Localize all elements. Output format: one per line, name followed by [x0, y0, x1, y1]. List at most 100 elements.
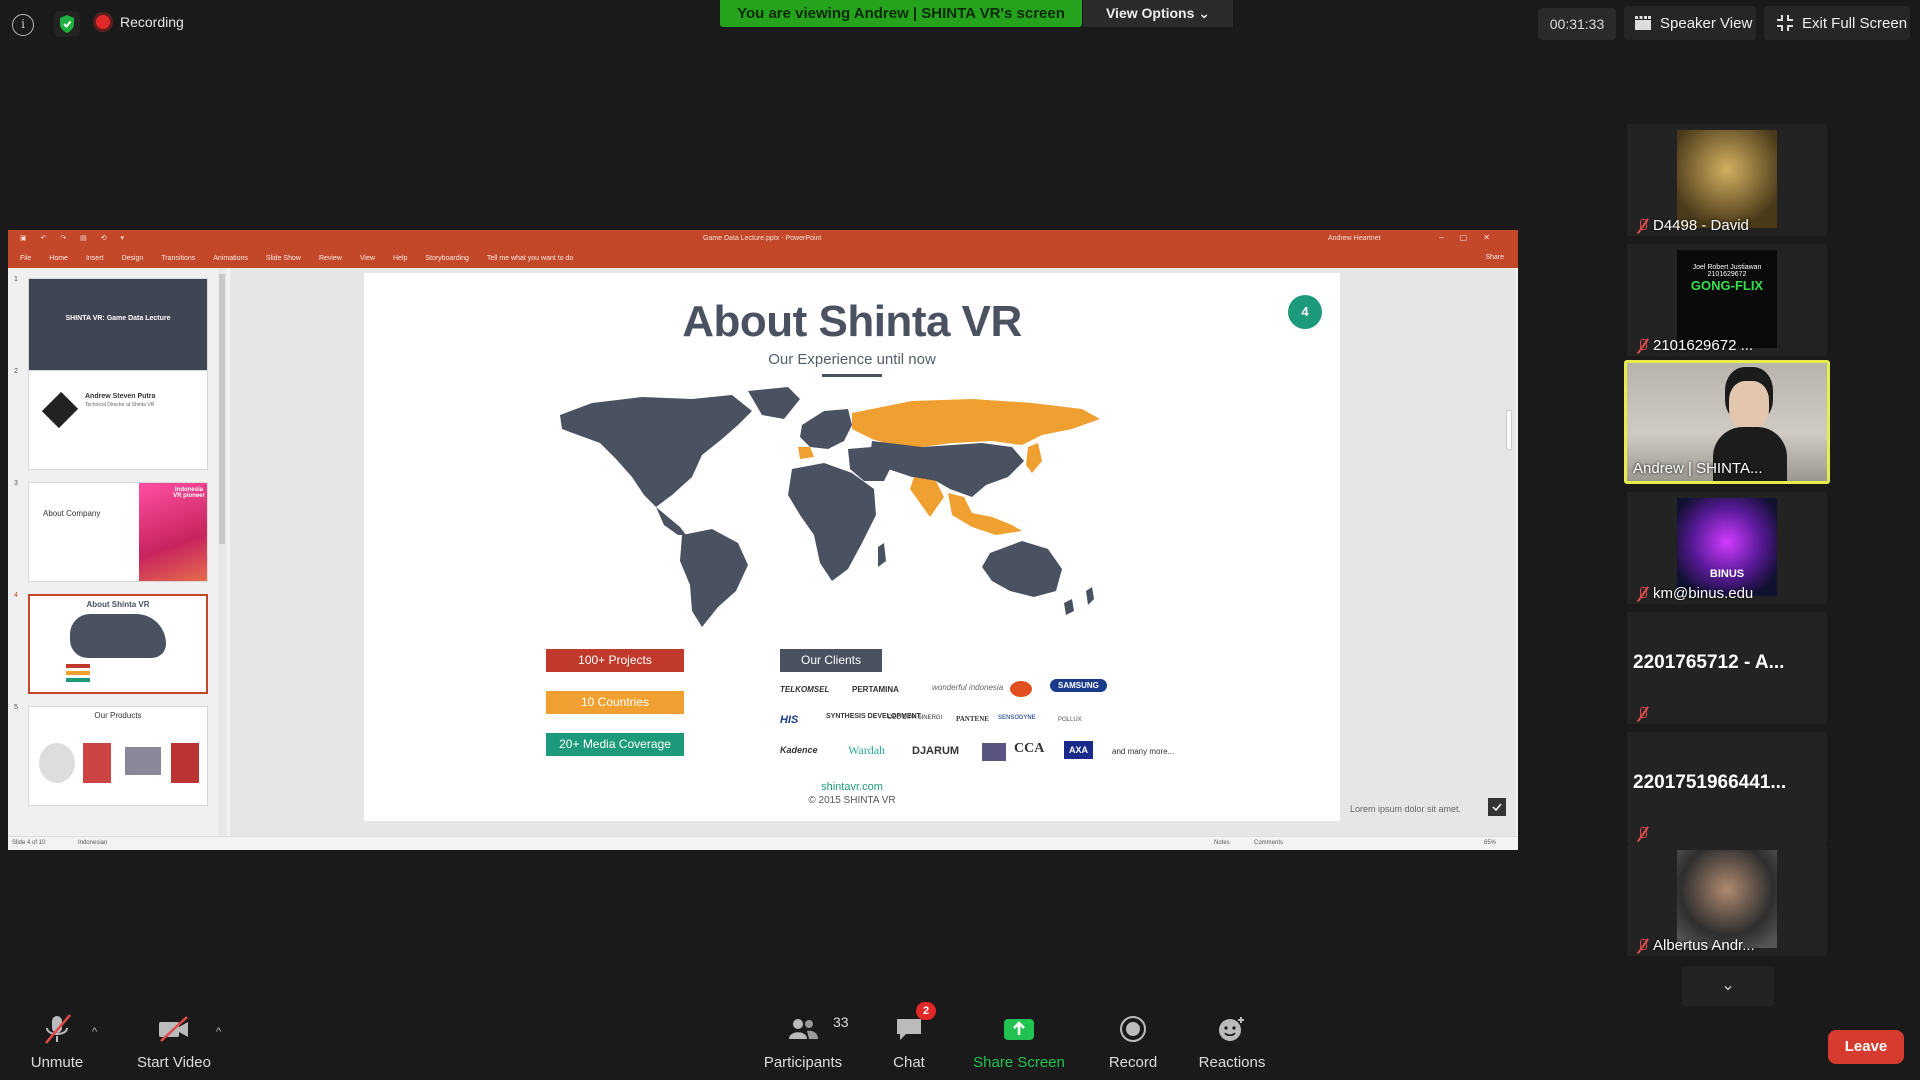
meeting-info-icon[interactable]: i [12, 14, 34, 36]
ppt-share-button[interactable]: Share [1485, 254, 1504, 261]
tell-me-search[interactable]: Tell me what you want to do [487, 255, 573, 262]
ppt-document-title: Game Data Lecture.pptx - PowerPoint [703, 235, 822, 242]
chat-unread-badge: 2 [916, 1002, 936, 1020]
slide-title: About Shinta VR [682, 297, 1022, 346]
status-language[interactable]: Indonesian [78, 840, 107, 846]
participant-name: 2101629672 ... [1653, 337, 1754, 354]
unmute-label: Unmute [30, 1054, 84, 1071]
participant-tile[interactable]: D4498 - David [1627, 124, 1827, 236]
reactions-label: Reactions [1198, 1054, 1266, 1071]
speaker-view-label: Speaker View [1660, 14, 1753, 32]
ribbon-tab-review[interactable]: Review [319, 255, 342, 262]
avatar-text: Joel Robert Justiawan [1692, 264, 1762, 271]
participant-tile[interactable]: Albertus Andr... [1627, 844, 1827, 956]
status-notes-button[interactable]: Notes [1214, 840, 1230, 846]
participant-avatar: BINUS [1677, 498, 1777, 596]
thumb-bar [66, 664, 90, 668]
mic-muted-icon [1637, 586, 1647, 602]
participant-tile[interactable]: Joel Robert Justiawan 2101629672 GONG-FL… [1627, 244, 1827, 356]
participant-name: km@binus.edu [1653, 585, 1754, 602]
participant-tile[interactable]: 2201765712 - A... [1627, 612, 1827, 724]
security-shield-icon[interactable] [54, 11, 80, 37]
scrollbar-handle[interactable] [1506, 410, 1512, 450]
leave-button[interactable]: Leave [1828, 1030, 1904, 1064]
slide-thumbnail-4[interactable]: About Shinta VR [28, 594, 208, 694]
check-icon[interactable] [1488, 798, 1506, 816]
title-divider [822, 374, 882, 377]
thumb-title: Andrew Steven Putra [85, 393, 156, 400]
slide-thumbnails-pane: 1 SHINTA VR: Game Data Lecture 2 Andrew … [8, 268, 228, 836]
thumb-title: Our Products [94, 711, 142, 720]
audio-options-chevron-up-icon[interactable]: ^ [92, 1026, 97, 1038]
product-image [39, 743, 75, 783]
participant-tile-active-speaker[interactable]: Andrew | SHINTA... [1624, 360, 1830, 484]
client-logo-pantene: PANTENE [956, 715, 989, 723]
participant-tile[interactable]: BINUS km@binus.edu [1627, 492, 1827, 604]
thumb-title: About Shinta VR [86, 600, 150, 609]
top-bar: i Recording You are viewing Andrew | SHI… [0, 0, 1920, 48]
client-logo-axa: AXA [1064, 741, 1094, 759]
client-logo-djarum: DJARUM [912, 745, 960, 757]
thumbnails-scrollbar[interactable] [218, 268, 226, 836]
ribbon-tab-design[interactable]: Design [121, 255, 143, 262]
editor-scrollbar[interactable] [1506, 270, 1514, 830]
status-comments-button[interactable]: Comments [1254, 840, 1283, 846]
mic-muted-icon [1637, 218, 1647, 234]
ribbon-tab-transitions[interactable]: Transitions [161, 255, 195, 262]
slide-editor: About Shinta VR Our Experience until now… [230, 268, 1516, 836]
participant-tile[interactable]: 2201751966441... [1627, 732, 1827, 844]
mic-muted-icon [1637, 706, 1647, 722]
start-video-button[interactable]: Start Video [132, 1010, 216, 1080]
speaker-view-button[interactable]: Speaker View [1624, 6, 1756, 40]
thumb-number: 3 [14, 480, 18, 487]
recording-dot-icon [96, 15, 110, 29]
ribbon-tab-file[interactable]: File [20, 255, 31, 262]
view-options-button[interactable]: View Options ⌄ [1083, 0, 1233, 27]
video-options-chevron-up-icon[interactable]: ^ [216, 1026, 221, 1038]
participant-avatar [1677, 850, 1777, 948]
participants-label: Participants [763, 1054, 843, 1071]
status-zoom[interactable]: 65% [1484, 840, 1496, 846]
ribbon-tab-animations[interactable]: Animations [213, 255, 248, 262]
ribbon-tab-slideshow[interactable]: Slide Show [266, 255, 301, 262]
ribbon-tab-insert[interactable]: Insert [86, 255, 104, 262]
scroll-participants-down-button[interactable]: ⌄ [1682, 966, 1774, 1006]
quick-access-toolbar[interactable]: ▣ ↶ ↷ ▤ ⟲ ▾ [20, 234, 130, 242]
exit-fullscreen-button[interactable]: Exit Full Screen [1764, 6, 1910, 40]
ribbon-tab-home[interactable]: Home [49, 255, 68, 262]
slide-thumbnail-2[interactable]: Andrew Steven Putra Technical Director a… [28, 370, 208, 470]
participant-name-row [1637, 826, 1647, 842]
reactions-button[interactable]: Reactions [1196, 1010, 1268, 1080]
thumb-title: About Company [43, 509, 101, 518]
client-logo-emblem [1010, 681, 1032, 697]
slide-thumbnail-5[interactable]: Our Products [28, 706, 208, 806]
slide-url: shintavr.com [821, 781, 883, 793]
clients-heading: Our Clients [780, 649, 882, 672]
thumb-bar [66, 678, 90, 682]
meeting-toolbar: Unmute ^ Start Video ^ 33 Participants 2… [0, 1002, 1920, 1080]
slide-thumbnail-1[interactable]: SHINTA VR: Game Data Lecture [28, 278, 208, 378]
ribbon-tab-view[interactable]: View [360, 255, 375, 262]
current-slide[interactable]: About Shinta VR Our Experience until now… [364, 273, 1340, 821]
participant-name-row: Albertus Andr... [1637, 937, 1755, 954]
ribbon-tab-storyboarding[interactable]: Storyboarding [425, 255, 469, 262]
participant-avatar: Joel Robert Justiawan 2101629672 GONG-FL… [1677, 250, 1777, 348]
participant-face [1729, 381, 1769, 429]
share-screen-button[interactable]: Share Screen [972, 1010, 1066, 1080]
scrollbar-handle[interactable] [219, 274, 225, 544]
client-logo-sensodyne: SENSODYNE [998, 715, 1036, 721]
status-slide-count: Slide 4 of 10 [12, 840, 46, 846]
participants-button[interactable]: 33 Participants [760, 1010, 849, 1080]
record-button[interactable]: Record [1104, 1010, 1162, 1080]
slide-thumbnail-3[interactable]: About Company Indonesia VR pioneer [28, 482, 208, 582]
thumb-map [70, 614, 166, 658]
recording-indicator[interactable]: Recording [96, 14, 184, 30]
product-image [83, 743, 111, 783]
mic-muted-icon [1637, 938, 1647, 954]
window-controls[interactable]: –▢✕ [1439, 233, 1506, 242]
chat-button[interactable]: 2 Chat [886, 1002, 936, 1080]
unmute-button[interactable]: Unmute [24, 1010, 90, 1080]
ribbon-tab-help[interactable]: Help [393, 255, 407, 262]
client-logo-telkomsel: TELKOMSEL [780, 685, 830, 694]
client-logo-pertamina: PERTAMINA [852, 685, 899, 694]
